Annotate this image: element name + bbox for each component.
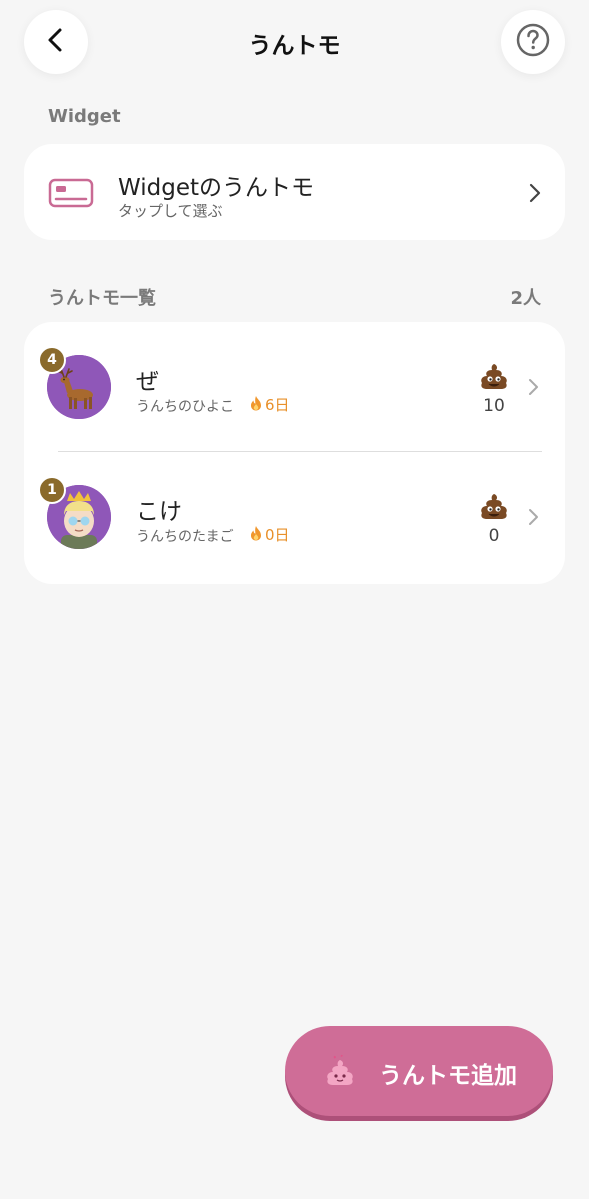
chevron-right-icon	[527, 377, 539, 401]
help-button[interactable]	[501, 10, 565, 74]
header-bar: うんトモ	[0, 0, 589, 90]
streak-indicator: 0日	[250, 524, 290, 545]
friend-name: こけ	[136, 499, 182, 525]
widget-card-subtitle: タップして選ぶ	[118, 202, 223, 220]
card-icon	[48, 178, 94, 212]
friend-row[interactable]: 4 ぜ うんちのひよこ 6日 10	[24, 322, 565, 452]
add-friend-button[interactable]: うんトモ追加	[285, 1026, 553, 1116]
widget-card-title: Widgetのうんトモ	[118, 175, 314, 201]
friend-status: うんちのたまご	[136, 529, 234, 545]
streak-days: 0日	[265, 526, 290, 544]
streak-indicator: 6日	[250, 394, 290, 415]
friend-name: ぜ	[136, 369, 159, 395]
widget-card[interactable]: Widgetのうんトモ タップして選ぶ	[24, 144, 565, 240]
friend-row[interactable]: 1 こけ うんちのたまご 0日 0	[24, 452, 565, 582]
poop-count: 0	[488, 526, 500, 546]
poop-count: 10	[483, 396, 505, 416]
add-friend-label: うんトモ追加	[379, 1063, 517, 1089]
rank-badge: 4	[38, 346, 66, 374]
streak-days: 6日	[265, 396, 290, 414]
rank-badge: 1	[38, 476, 66, 504]
flame-icon	[250, 525, 262, 545]
poop-icon	[478, 362, 510, 394]
friends-list-card: 4 ぜ うんちのひよこ 6日 10 1 こけ うんちのたまご 0日 0	[24, 322, 565, 584]
flame-icon	[250, 395, 262, 415]
friends-count: 2人	[510, 288, 541, 309]
pink-poop-icon	[323, 1054, 357, 1092]
friends-section-label: うんトモ一覧	[48, 288, 156, 309]
question-circle-icon	[516, 23, 550, 61]
chevron-right-icon	[528, 182, 542, 208]
friend-status: うんちのひよこ	[136, 399, 234, 415]
chevron-right-icon	[527, 507, 539, 531]
widget-section-label: Widget	[48, 106, 121, 127]
poop-icon	[478, 492, 510, 524]
